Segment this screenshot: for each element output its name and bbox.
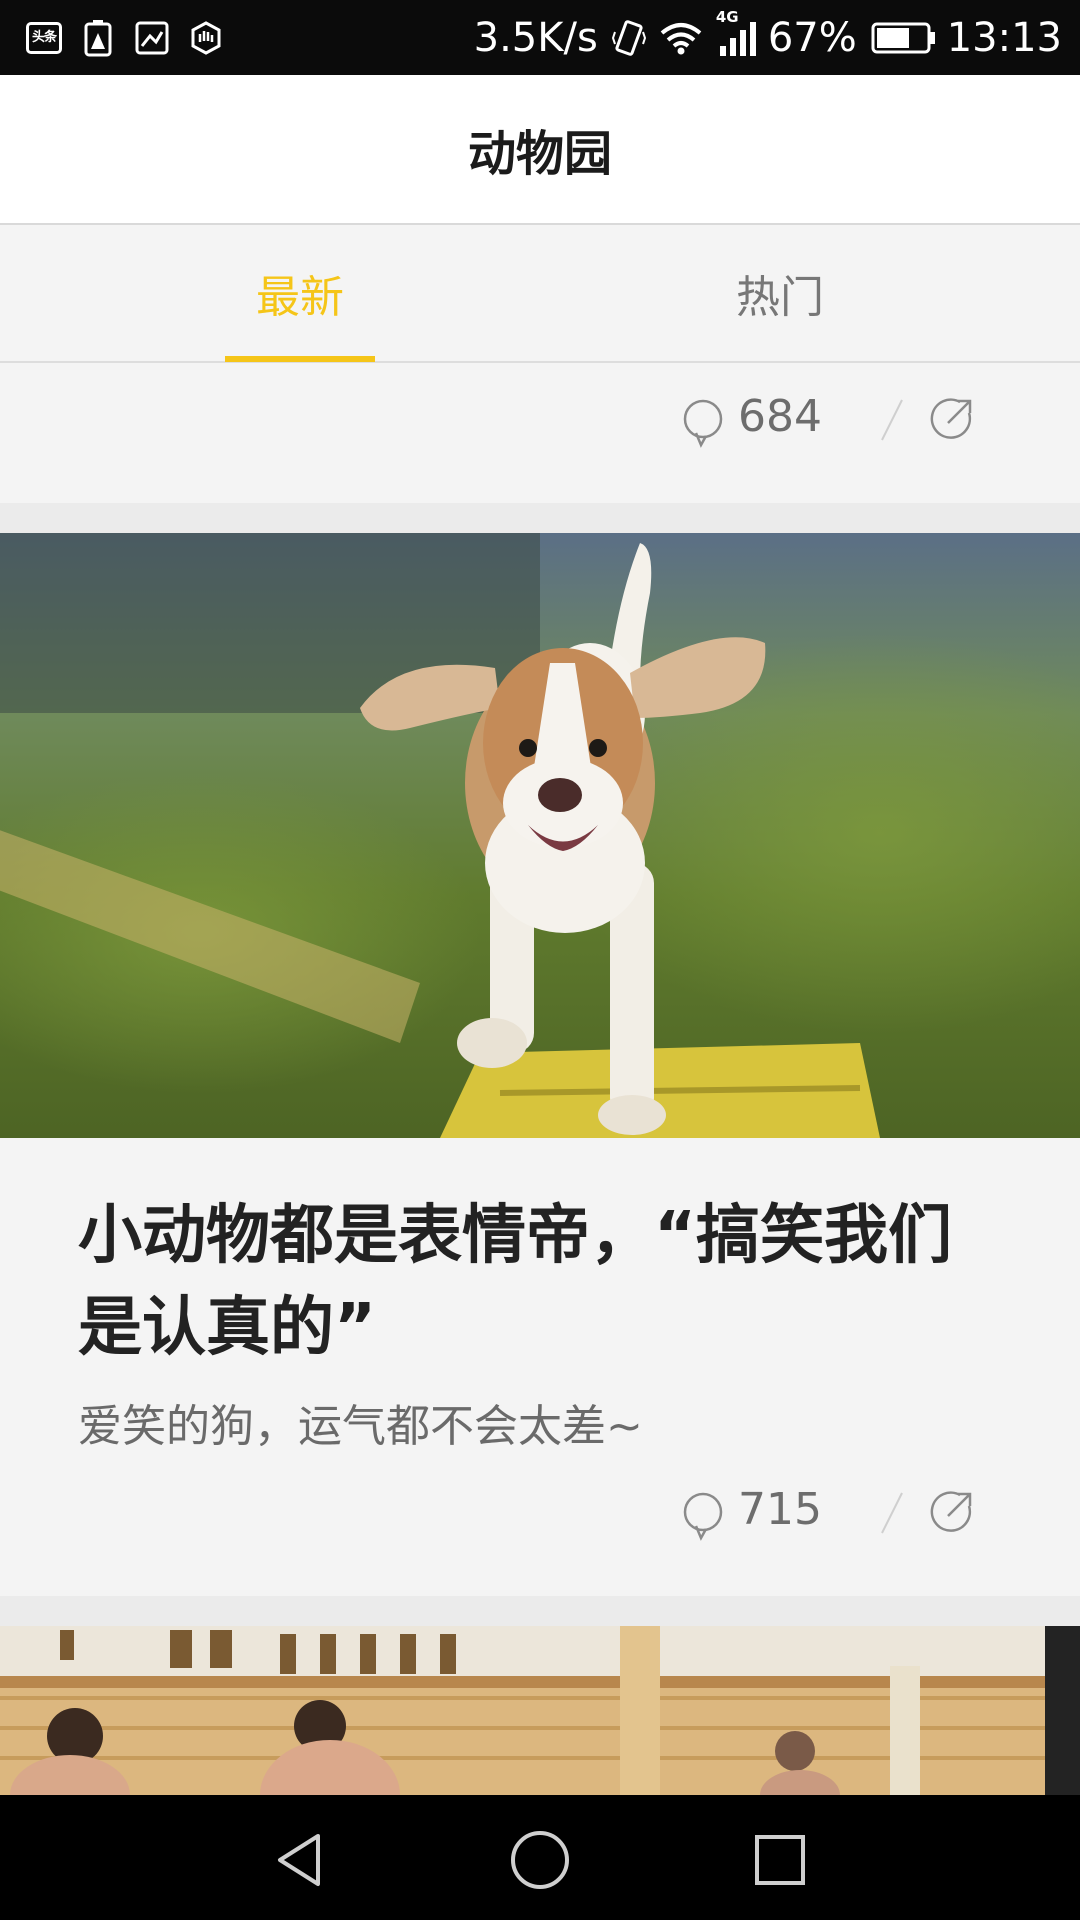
system-status: 3.5K/s 4G 67% 13:13 <box>464 8 1062 61</box>
toutiao-label: 头条 <box>26 21 62 54</box>
post-2-title[interactable]: 小动物都是表情帝，“搞笑我们是认真的” <box>78 1190 1002 1374</box>
share-icon[interactable] <box>930 1490 974 1538</box>
back-triangle-icon[interactable] <box>260 1825 340 1895</box>
screenshot-icon <box>132 18 172 58</box>
comment-icon[interactable] <box>682 399 726 453</box>
post-1-meta: 684 <box>0 385 1080 465</box>
card-separator <box>0 1596 1080 1626</box>
toutiao-notification-icon: 头条 <box>24 18 64 58</box>
system-nav-bar <box>0 1795 1080 1920</box>
home-circle-icon[interactable] <box>500 1825 580 1895</box>
app-header: 动物园 <box>0 75 1080 225</box>
network-type: 4G <box>715 7 739 26</box>
card-separator <box>0 503 1080 533</box>
battery-warning-icon <box>78 18 118 58</box>
tab-popular[interactable]: 热门 <box>705 225 855 361</box>
vibrate-icon <box>611 18 646 58</box>
wifi-icon <box>660 21 702 55</box>
notification-icons: 头条 <box>24 18 240 58</box>
post-2-meta: 715 <box>0 1478 1080 1558</box>
tab-popular-label: 热门 <box>736 272 824 323</box>
tab-latest[interactable]: 最新 <box>225 225 375 362</box>
network-speed: 3.5K/s <box>473 14 598 61</box>
divider <box>876 1488 906 1542</box>
clock: 13:13 <box>946 14 1062 61</box>
battery-percent: 67% <box>767 14 857 61</box>
tab-latest-label: 最新 <box>256 272 344 323</box>
tab-bar: 最新 热门 <box>0 225 1080 363</box>
share-icon[interactable] <box>930 397 974 445</box>
active-tab-indicator <box>225 356 375 362</box>
post-2-subtitle: 爱笑的狗，运气都不会太差~ <box>78 1401 643 1452</box>
hand-icon <box>186 18 226 58</box>
comment-icon[interactable] <box>682 1492 726 1546</box>
battery-icon <box>871 21 937 55</box>
recents-square-icon[interactable] <box>740 1825 820 1895</box>
divider <box>876 395 906 449</box>
comment-count: 715 <box>738 1484 822 1535</box>
cellular-signal-icon: 4G <box>716 8 758 58</box>
post-2-photo[interactable] <box>0 533 1080 1138</box>
page-title: 动物园 <box>467 126 612 182</box>
post-3-photo[interactable] <box>0 1626 1080 1795</box>
comment-count: 684 <box>738 391 822 442</box>
status-bar: 头条 3.5K/s 4G 67% 13:13 <box>0 0 1080 75</box>
